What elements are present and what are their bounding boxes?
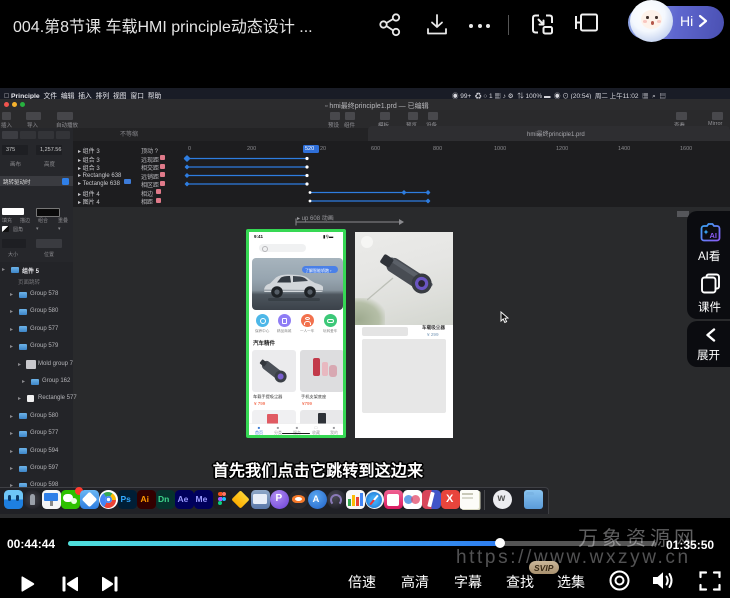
svg-text:AI: AI (710, 231, 718, 240)
